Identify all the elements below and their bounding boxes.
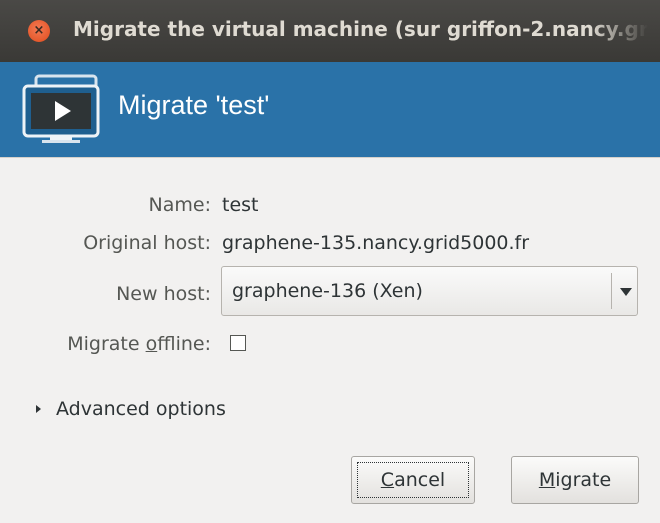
new-host-label: New host: [116, 283, 211, 305]
combo-divider [611, 273, 612, 309]
expander-arrow-icon [36, 405, 41, 413]
dialog-header-banner: Migrate 'test' [0, 62, 660, 157]
monitor-play-icon [22, 74, 100, 143]
new-host-select[interactable]: graphene-136 (Xen) [221, 266, 638, 316]
close-window-button[interactable]: × [28, 20, 50, 42]
migrate-offline-checkbox[interactable] [230, 335, 246, 351]
original-host-value: graphene-135.nancy.grid5000.fr [222, 232, 530, 254]
migrate-button[interactable]: Migrate [511, 456, 639, 504]
new-host-selected-value: graphene-136 (Xen) [232, 280, 423, 302]
dropdown-arrow-icon[interactable] [620, 288, 632, 296]
migrate-offline-label: Migrate offline: [67, 333, 211, 355]
window-titlebar: × Migrate the virtual machine (sur griff… [0, 0, 660, 62]
advanced-options-label: Advanced options [56, 398, 226, 420]
header-divider [0, 157, 660, 158]
name-value: test [222, 194, 259, 216]
original-host-label: Original host: [83, 232, 211, 254]
dialog-heading: Migrate 'test' [118, 90, 270, 120]
cancel-button[interactable]: Cancel [351, 456, 475, 504]
window-title: Migrate the virtual machine (sur griffon… [73, 17, 648, 41]
close-icon: × [33, 23, 45, 38]
name-label: Name: [148, 194, 211, 216]
